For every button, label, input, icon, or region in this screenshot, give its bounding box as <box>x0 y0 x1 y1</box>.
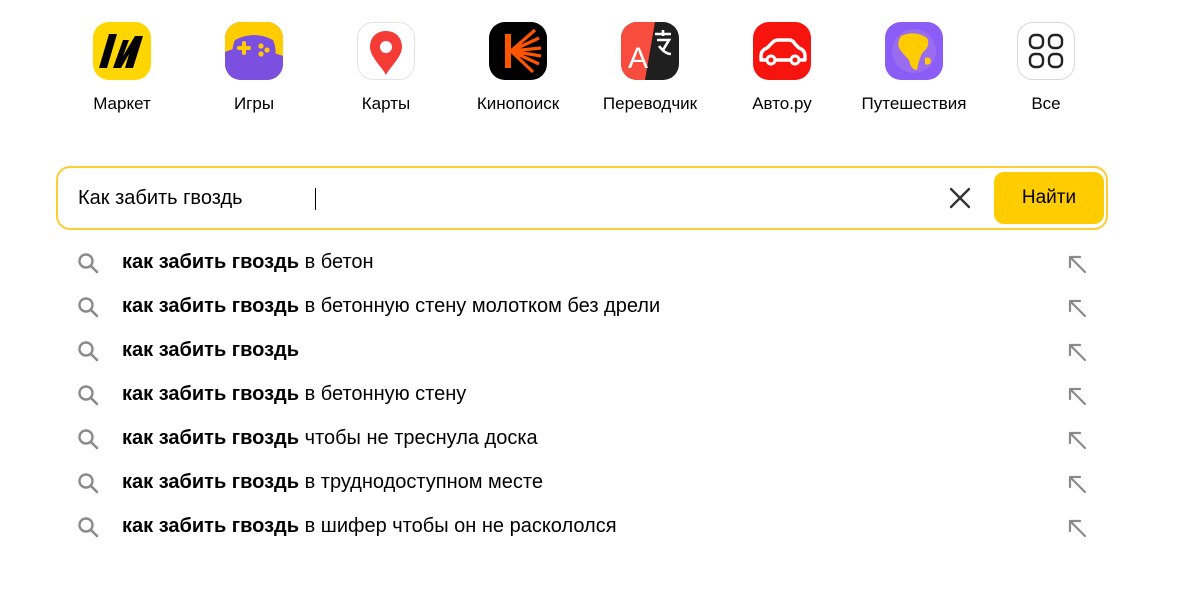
maps-icon <box>357 22 415 80</box>
insert-arrow-icon[interactable] <box>1064 383 1090 409</box>
suggestion-item[interactable]: как забить гвоздь в бетонную стену молот… <box>56 286 1108 330</box>
suggestion-rest: в бетонную стену <box>299 383 467 405</box>
service-label: Путешествия <box>861 94 967 113</box>
close-icon[interactable] <box>946 184 974 212</box>
suggestion-rest: в бетон <box>299 251 374 273</box>
suggestion-rest: в бетонную стену молотком без дрели <box>299 295 661 317</box>
suggestion-item[interactable]: как забить гвоздь в бетонную стену <box>56 374 1108 418</box>
suggestion-text: как забить гвоздь в шифер чтобы он не ра… <box>122 515 617 538</box>
all-services-icon <box>1017 22 1075 80</box>
search-icon <box>76 383 100 407</box>
service-maps[interactable]: Карты <box>320 22 452 114</box>
suggestion-rest: в шифер чтобы он не раскололся <box>299 515 617 537</box>
suggestion-item[interactable]: как забить гвоздь в шифер чтобы он не ра… <box>56 506 1108 550</box>
insert-arrow-icon[interactable] <box>1064 339 1090 365</box>
service-autoru[interactable]: Авто.ру <box>716 22 848 114</box>
suggestion-match: как забить гвоздь <box>122 427 300 449</box>
suggestions-list: как забить гвоздь в бетон как забить гво… <box>56 242 1108 550</box>
service-market[interactable]: Маркет <box>56 22 188 114</box>
autoru-icon <box>753 22 811 80</box>
suggestion-match: как забить гвоздь <box>122 515 300 537</box>
suggestion-rest: чтобы не треснула доска <box>299 427 538 449</box>
suggestion-match: как забить гвоздь <box>122 295 300 317</box>
service-kinopoisk[interactable]: Кинопоиск <box>452 22 584 114</box>
service-travel[interactable]: Путешествия <box>848 22 980 114</box>
suggestion-item[interactable]: как забить гвоздь чтобы не треснула доск… <box>56 418 1108 462</box>
suggestion-text: как забить гвоздь <box>122 339 299 362</box>
kinopoisk-icon <box>489 22 547 80</box>
travel-icon <box>885 22 943 80</box>
insert-arrow-icon[interactable] <box>1064 427 1090 453</box>
search-icon <box>76 251 100 275</box>
service-label: Авто.ру <box>752 94 812 113</box>
search-icon <box>76 427 100 451</box>
suggestion-match: как забить гвоздь <box>122 339 300 361</box>
service-label: Маркет <box>93 94 151 113</box>
insert-arrow-icon[interactable] <box>1064 251 1090 277</box>
search-button[interactable]: Найти <box>994 172 1104 224</box>
search-input[interactable] <box>78 168 918 228</box>
service-label: Переводчик <box>602 94 698 113</box>
suggestion-text: как забить гвоздь чтобы не треснула доск… <box>122 427 538 450</box>
suggestion-match: как забить гвоздь <box>122 471 300 493</box>
insert-arrow-icon[interactable] <box>1064 515 1090 541</box>
suggestion-text: как забить гвоздь в бетон <box>122 251 374 274</box>
service-games[interactable]: Игры <box>188 22 320 114</box>
search-icon <box>76 295 100 319</box>
insert-arrow-icon[interactable] <box>1064 471 1090 497</box>
service-label: Кинопоиск <box>476 94 560 113</box>
service-label: Карты <box>361 94 411 113</box>
market-icon <box>93 22 151 80</box>
suggestion-text: как забить гвоздь в бетонную стену <box>122 383 466 406</box>
text-caret <box>315 188 316 210</box>
suggestion-item[interactable]: как забить гвоздь в труднодоступном мест… <box>56 462 1108 506</box>
service-label: Все <box>1031 94 1061 113</box>
svg-text:A: A <box>628 42 648 75</box>
search-icon <box>76 339 100 363</box>
games-icon <box>225 22 283 80</box>
suggestion-rest: в труднодоступном месте <box>299 471 543 493</box>
search-icon <box>76 471 100 495</box>
translator-icon: A <box>621 22 679 80</box>
search-box: Найти <box>56 166 1108 230</box>
suggestion-match: как забить гвоздь <box>122 251 300 273</box>
service-translator[interactable]: A Переводчик <box>584 22 716 114</box>
suggestion-text: как забить гвоздь в труднодоступном мест… <box>122 471 543 494</box>
suggestion-item[interactable]: как забить гвоздь в бетон <box>56 242 1108 286</box>
suggestion-text: как забить гвоздь в бетонную стену молот… <box>122 295 660 318</box>
service-label: Игры <box>233 94 275 113</box>
service-all[interactable]: Все <box>980 22 1112 114</box>
search-icon <box>76 515 100 539</box>
suggestion-match: как забить гвоздь <box>122 383 300 405</box>
services-row: Маркет Игры Карты Кинопоиск A Переводчик… <box>56 22 1116 122</box>
suggestion-item[interactable]: как забить гвоздь <box>56 330 1108 374</box>
insert-arrow-icon[interactable] <box>1064 295 1090 321</box>
